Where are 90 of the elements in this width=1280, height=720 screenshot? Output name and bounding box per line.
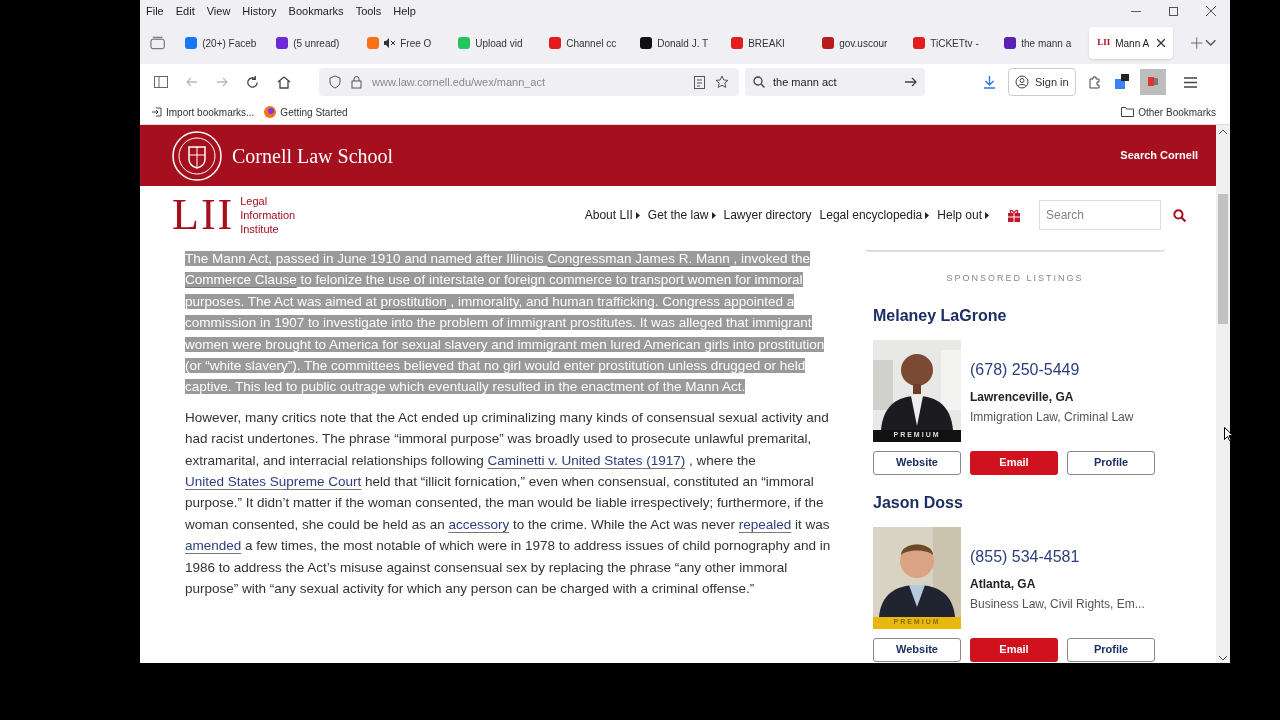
listing-button[interactable]: Website — [873, 637, 961, 662]
star-icon[interactable] — [715, 75, 729, 89]
listing-button[interactable]: Profile — [1067, 450, 1155, 475]
institute-name: Legal Information Institute — [240, 194, 296, 236]
scroll-down-icon[interactable] — [1219, 656, 1227, 661]
link[interactable]: repealed — [738, 516, 792, 532]
tab[interactable]: BREAKI — [725, 27, 815, 59]
link[interactable]: accessory — [448, 516, 510, 532]
menu-item[interactable]: Help — [393, 2, 416, 20]
menu-icon[interactable] — [1183, 76, 1197, 88]
link[interactable]: Caminetti v. United States (1917) — [487, 452, 686, 468]
section-heading: SPONSORED LISTINGS — [945, 272, 1085, 285]
scroll-up-icon[interactable] — [1219, 129, 1227, 134]
chevron-down-icon[interactable] — [1204, 39, 1216, 47]
muted-speaker-icon[interactable] — [384, 38, 396, 48]
search-field[interactable]: the mann act — [745, 68, 925, 96]
nav-link[interactable]: Lawyer directory — [723, 206, 812, 224]
reader-view-icon[interactable] — [694, 75, 705, 89]
scrollbar[interactable] — [1216, 125, 1230, 663]
location: Lawrenceville, GA — [970, 388, 1075, 406]
extension-icon[interactable] — [1113, 74, 1130, 90]
listing-button[interactable]: Website — [873, 450, 961, 475]
tab[interactable]: LII Mann A — [1089, 27, 1174, 59]
extensions-icon[interactable] — [1087, 75, 1102, 89]
menu-item[interactable]: Edit — [175, 2, 195, 20]
nav-link[interactable]: Legal encyclopedia — [819, 206, 930, 224]
go-arrow-icon[interactable] — [905, 77, 917, 87]
listing-button[interactable]: Email — [970, 637, 1058, 662]
url-text: www.law.cornell.edu/wex/mann_act — [372, 74, 546, 90]
gift-icon[interactable] — [1007, 208, 1021, 222]
tab-list-icon[interactable] — [150, 36, 166, 50]
close-tab-icon[interactable] — [1157, 39, 1166, 47]
bookmark-item[interactable]: Getting Started — [264, 104, 348, 120]
tab[interactable]: (5 unread) — [270, 27, 360, 59]
site-name[interactable]: Cornell Law School — [232, 140, 394, 171]
tab[interactable]: Free O — [361, 27, 451, 59]
lawyer-name[interactable]: Melaney LaGrone — [873, 303, 1165, 328]
bookmark-item[interactable]: Import bookmarks... — [152, 104, 255, 120]
phone-link[interactable]: (855) 534-4581 — [970, 544, 1145, 569]
link[interactable]: amended — [185, 538, 242, 554]
minimize-button[interactable] — [1131, 10, 1141, 12]
menu-item[interactable]: Tools — [355, 2, 382, 20]
account-icon — [1015, 75, 1029, 89]
lawyer-name[interactable]: Jason Doss — [873, 490, 1165, 515]
cursor-icon — [1224, 427, 1232, 441]
link[interactable]: United States Supreme Court — [185, 474, 362, 490]
menu-item[interactable]: File — [146, 2, 164, 20]
shield-icon[interactable] — [329, 75, 341, 89]
sidebar-icon[interactable] — [154, 76, 168, 88]
tab[interactable]: (20+) Faceb — [179, 27, 269, 59]
bookmark-item[interactable]: Other Bookmarks — [1121, 104, 1216, 120]
search-icon — [753, 76, 765, 88]
favicon-icon: LII — [1097, 36, 1111, 50]
nav-link[interactable]: About LII — [584, 206, 640, 224]
tab[interactable]: the mann a — [998, 27, 1088, 59]
menu-item[interactable]: Bookmarks — [288, 2, 344, 20]
sign-in-button[interactable]: Sign in — [1008, 68, 1076, 96]
home-icon[interactable] — [277, 75, 291, 89]
search-icon[interactable] — [1173, 208, 1186, 222]
seal-icon — [172, 130, 222, 181]
search-link[interactable]: Search Cornell — [1120, 147, 1198, 164]
folder-icon — [1121, 107, 1135, 117]
practice-areas: Immigration Law, Criminal Law — [970, 407, 1134, 426]
nav-link[interactable]: Get the law — [647, 206, 716, 224]
maximize-button[interactable] — [1169, 6, 1178, 16]
tab[interactable]: Upload vid — [452, 27, 542, 59]
practice-areas: Business Law, Civil Rights, Em... — [970, 594, 1145, 613]
menu-item[interactable]: History — [242, 2, 277, 20]
tab[interactable]: Channel cc — [543, 27, 633, 59]
globe-icon — [264, 106, 277, 118]
tab[interactable]: Donald J. T — [634, 27, 724, 59]
close-icon[interactable] — [1206, 6, 1216, 16]
tab[interactable]: gov.uscour — [816, 27, 906, 59]
lock-icon — [351, 75, 362, 89]
import-icon — [152, 107, 162, 117]
new-tab-icon[interactable] — [1191, 37, 1203, 49]
paragraph: However, many critics note that the Act ended up criminalizing many kinds of consensual sexual activity and had racist undertones. The phrase “immoral purpose” was broadly used to prosecute unlawful premarital, extramarital, and interracial relationships following Caminetti v. United States (1917) , where the United States Supreme Court held that “illicit fornication,” even when consensual, constituted an “immoral purpose.” It didn’t matter if the woman consented, the man would be liable irrespectively; furthermore, if the woman consented, she could be held as an accessory to the crime. While the Act was never repealed it was amended a few times, the most notable of which were in 1978 to address issues of child pornography and in 1986 to address the Act’s misuse against consensual sex by replacing the phrase “any other immoral purpose” with “any sexual activity for which any person can be charged with a criminal offense.” — [185, 408, 832, 599]
lii-logo[interactable]: LII — [172, 193, 235, 237]
tab[interactable]: TiCKETtv - — [907, 27, 997, 59]
search-field[interactable]: Search — [1039, 200, 1161, 230]
reload-icon[interactable] — [246, 75, 259, 89]
scrollbar-thumb[interactable] — [1218, 194, 1228, 324]
download-icon[interactable] — [983, 75, 996, 89]
listing-button[interactable]: Profile — [1067, 637, 1155, 662]
paragraph: The Mann Act, passed in June 1910 and named after Illinois Congressman James R. Mann , invoked the Commerce Clause to felonize the use of interstate or foreign commerce to transport women for immoral purposes. The Act was aimed at prostitution , immorality, and human trafficking. Congress appointed a commission in 1907 to investigate into the problem of immigrant prostitutes. It was alleged that immigrant women were brought to America for sexual slavery and immigrant men lured American girls into prostitution (or “white slavery”). The committees believed that no girl would enter prostitution unless drugged or held captive. This led to public outrage which eventually resulted in the enactment of the Mann Act. — [185, 250, 826, 397]
nav-link[interactable]: Help out — [937, 206, 989, 224]
menu-item[interactable]: View — [206, 2, 231, 20]
location: Atlanta, GA — [970, 575, 1037, 593]
listing-button[interactable]: Email — [970, 450, 1058, 475]
phone-link[interactable]: (678) 250-5449 — [970, 357, 1134, 382]
